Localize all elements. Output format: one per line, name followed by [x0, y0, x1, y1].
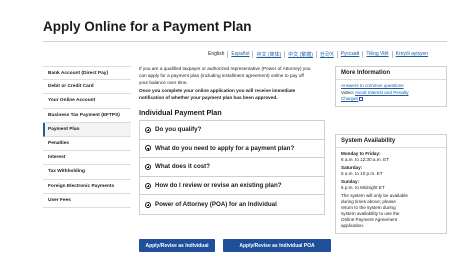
schedule-hours: 6 a.m. to 12:30 a.m. ET: [341, 157, 390, 162]
sidebar-nav: Bank Account (Direct Pay) Debit or Credi…: [43, 66, 131, 208]
sidebar-item-card[interactable]: Debit or Credit Card: [43, 80, 131, 95]
more-info-card: More Information Answers to common quest…: [335, 66, 447, 107]
apply-buttons: Apply/Revise as Individual Apply/Revise …: [139, 239, 331, 252]
sidebar-item-online-account[interactable]: Your Online Account: [43, 94, 131, 109]
accordion-label: What does it cost?: [155, 163, 211, 171]
lang-haitian-creole[interactable]: Kreyòl ayisyen: [391, 51, 432, 58]
plus-circle-icon: [145, 201, 151, 208]
main-content: If you are a qualified taxpayer or autho…: [139, 66, 325, 215]
accordion-cost[interactable]: What does it cost?: [140, 158, 324, 177]
accordion-label: Power of Attorney (POA) for an Individua…: [155, 201, 277, 209]
title-divider: [43, 41, 447, 42]
accordion-poa[interactable]: Power of Attorney (POA) for an Individua…: [140, 195, 324, 214]
accordion-qualify[interactable]: Do you qualify?: [140, 121, 324, 140]
video-link-wrap: Charges: [341, 96, 441, 102]
faq-accordion: Do you qualify? What do you need to appl…: [139, 119, 325, 215]
plus-circle-icon: [145, 126, 151, 133]
lang-vietnamese[interactable]: Tiếng Việt: [362, 51, 391, 58]
sidebar-item-direct-pay[interactable]: Bank Account (Direct Pay): [43, 66, 131, 81]
accordion-label: Do you qualify?: [155, 126, 202, 134]
video-link[interactable]: Avoid Interest and Penalty: [355, 90, 409, 95]
lang-spanish[interactable]: Español: [227, 51, 252, 58]
intro-line: your balance over time.: [139, 79, 188, 85]
intro-line: If you are a qualified taxpayer or autho…: [139, 66, 311, 71]
note-line: application.: [341, 223, 365, 228]
lang-chinese-simplified[interactable]: 中文 (简体): [252, 51, 284, 58]
section-title: Individual Payment Plan: [139, 107, 222, 117]
common-questions-link[interactable]: Answers to common questions: [341, 83, 441, 89]
page-title: Apply Online for a Payment Plan: [43, 19, 252, 34]
schedule-hours: 6 p.m. to Midnight ET: [341, 185, 385, 190]
plus-circle-icon: [145, 182, 151, 189]
accordion-review-revise[interactable]: How do I review or revise an existing pl…: [140, 177, 324, 196]
notice-line: Once you complete your online applicatio…: [139, 88, 296, 94]
intro-line: can apply for a payment plan (including …: [139, 72, 304, 78]
system-availability-card: System Availability Monday to Friday: 6 …: [335, 134, 447, 234]
lang-russian[interactable]: Русский: [336, 51, 363, 58]
more-info-title: More Information: [336, 70, 446, 80]
availability-note: The system will only be available during…: [341, 193, 441, 229]
sidebar-item-tax-withholding[interactable]: Tax Withholding: [43, 165, 131, 180]
apply-poa-button[interactable]: Apply/Revise as Individual POA: [223, 239, 331, 252]
sidebar-item-interest[interactable]: Interest: [43, 151, 131, 166]
accordion-label: How do I review or revise an existing pl…: [155, 182, 282, 190]
sidebar-item-eftps[interactable]: Business Tax Payment (EFTPS): [43, 109, 131, 123]
lang-korean[interactable]: 한국어: [315, 51, 337, 58]
lang-chinese-traditional[interactable]: 中文 (繁體): [284, 51, 316, 58]
sidebar-item-foreign-payments[interactable]: Foreign Electronic Payments: [43, 180, 131, 194]
system-availability-title: System Availability: [336, 138, 446, 148]
video-prefix: Video:: [341, 90, 354, 95]
plus-circle-icon: [145, 145, 151, 152]
schedule-hours: 6 a.m. to 10 p.m. ET: [341, 171, 383, 176]
external-link-icon: [359, 96, 364, 101]
apply-individual-button[interactable]: Apply/Revise as Individual: [139, 239, 215, 252]
accordion-label: What do you need to apply for a payment …: [155, 144, 295, 152]
approval-notice: Once you complete your online applicatio…: [139, 88, 325, 102]
sidebar-item-payment-plan[interactable]: Payment Plan: [43, 122, 131, 137]
lang-english[interactable]: English: [205, 51, 227, 58]
video-link-continued[interactable]: Charges: [341, 96, 358, 101]
sidebar-item-penalties[interactable]: Penalties: [43, 137, 131, 152]
sidebar-item-user-fees[interactable]: User Fees: [43, 194, 131, 208]
accordion-what-needed[interactable]: What do you need to apply for a payment …: [140, 140, 324, 159]
language-selector: English Español 中文 (简体) 中文 (繁體) 한국어 Русс…: [205, 51, 431, 58]
intro-text: If you are a qualified taxpayer or autho…: [139, 66, 325, 86]
plus-circle-icon: [145, 163, 151, 170]
notice-line: notification of whether your payment pla…: [139, 95, 278, 101]
